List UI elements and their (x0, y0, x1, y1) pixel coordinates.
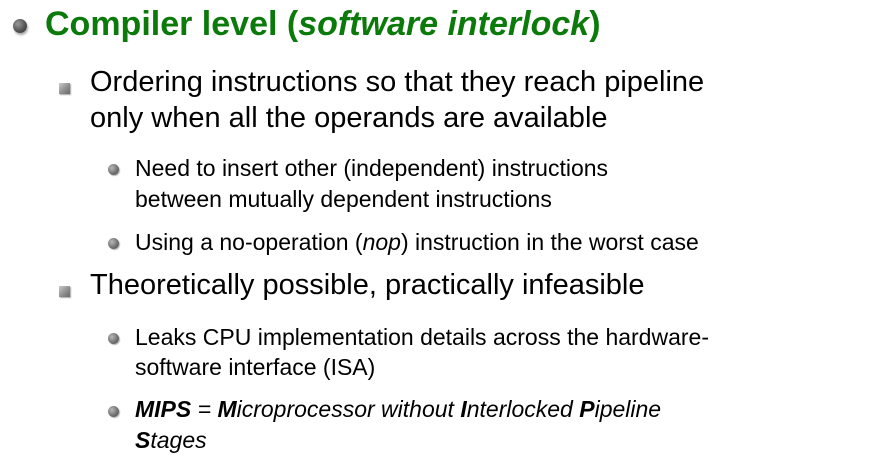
subpoint-2-1-line-1: Leaks CPU implementation details across … (135, 324, 709, 350)
subpoint-1-2-emphasis: nop (362, 229, 401, 255)
mips-i-rest: nterlocked (466, 396, 580, 422)
mips-letter-s: S (135, 427, 151, 453)
heading-suffix: ) (589, 5, 601, 43)
mips-term: MIPS (135, 396, 192, 422)
heading-prefix: Compiler level ( (45, 5, 299, 43)
heading-emphasis: software interlock (298, 5, 590, 43)
subpoint-2-1-bullet-icon (108, 333, 119, 344)
mips-letter-p: P (579, 396, 595, 422)
point-1-line-1: Ordering instructions so that they reach… (90, 66, 705, 98)
subpoint-1-1-line-1: Need to insert other (independent) instr… (135, 155, 609, 181)
subpoint-1-1-bullet-icon (108, 164, 119, 175)
point-1-line-2: only when all the operands are available (90, 102, 608, 134)
slide: Compiler level (software interlock) Orde… (0, 0, 871, 468)
mips-equals: = (191, 396, 218, 422)
subpoint-1-1-line-2: between mutually dependent instructions (135, 186, 552, 212)
mips-p-rest: ipeline (594, 396, 662, 422)
heading-bullet-icon (13, 19, 27, 33)
mips-letter-m: M (217, 396, 237, 422)
subpoint-2-2-line-2: Stages (135, 425, 207, 455)
slide-heading: Compiler level (software interlock) (45, 2, 601, 46)
subpoint-1-2-suffix: ) instruction in the worst case (400, 229, 699, 255)
subpoint-2-2-bullet-icon (108, 406, 119, 417)
subpoint-1-2-line-1: Using a no-operation (nop) instruction i… (135, 227, 699, 257)
subpoint-2-2-line-1: MIPS = Microprocessor without Interlocke… (135, 394, 661, 424)
point-2-line-1: Theoretically possible, practically infe… (90, 269, 645, 301)
mips-s-rest: tages (150, 427, 207, 453)
subpoint-1-2-prefix: Using a no-operation ( (135, 229, 363, 255)
mips-m-rest: icroprocessor without (236, 396, 461, 422)
point-1-bullet-icon (59, 83, 70, 94)
point-2-bullet-icon (59, 286, 70, 297)
subpoint-2-1-line-2: software interface (ISA) (135, 354, 376, 380)
subpoint-1-2-bullet-icon (108, 238, 119, 249)
